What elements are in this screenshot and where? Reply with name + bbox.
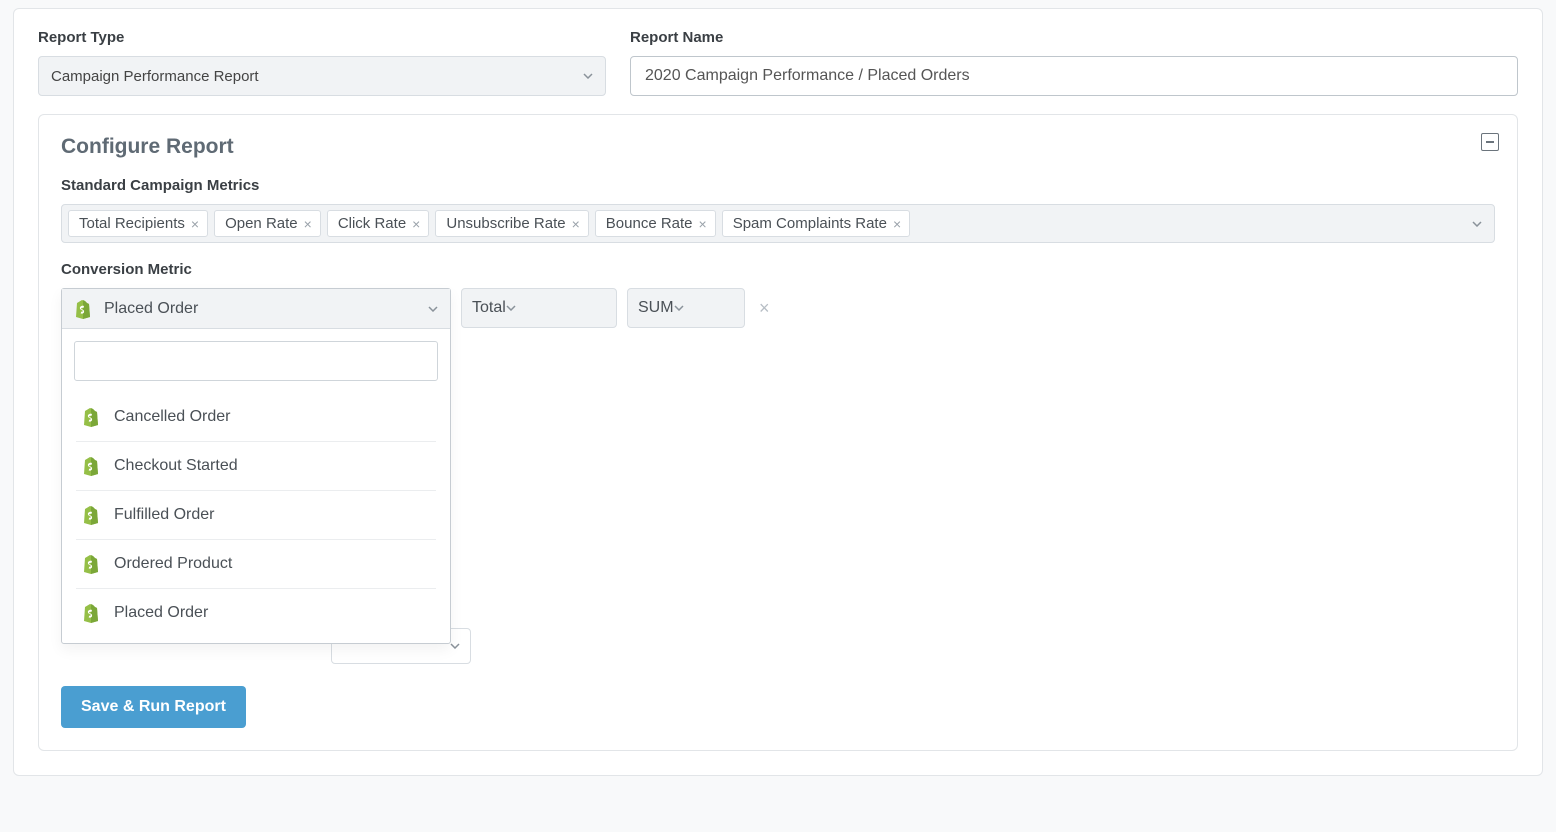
dropdown-option-label: Checkout Started: [114, 457, 238, 475]
report-type-label: Report Type: [38, 29, 606, 46]
configure-report-title: Configure Report: [61, 135, 1495, 159]
metric-tag: Unsubscribe Rate ×: [435, 210, 588, 237]
standard-metrics-select[interactable]: Total Recipients × Open Rate × Click Rat…: [61, 204, 1495, 243]
aggregate-value: SUM: [638, 299, 674, 317]
metric-tag-label: Bounce Rate: [606, 215, 693, 232]
metric-tag: Spam Complaints Rate ×: [722, 210, 910, 237]
metric-tag-label: Total Recipients: [79, 215, 185, 232]
dropdown-search-wrap: [62, 329, 450, 393]
conversion-metric-dropdown: Placed Order Cancelled Order: [61, 288, 451, 644]
remove-tag-icon[interactable]: ×: [893, 217, 901, 231]
chevron-down-icon: [674, 305, 684, 311]
metric-tag-label: Spam Complaints Rate: [733, 215, 887, 232]
dropdown-option[interactable]: Ordered Product: [76, 540, 436, 589]
report-card: Report Type Campaign Performance Report …: [13, 8, 1543, 776]
dropdown-option-label: Placed Order: [114, 604, 208, 622]
metric-tag: Total Recipients ×: [68, 210, 208, 237]
measure-select[interactable]: Total: [461, 288, 617, 328]
metric-tag: Bounce Rate ×: [595, 210, 716, 237]
shopify-icon: [82, 603, 100, 623]
shopify-icon: [82, 554, 100, 574]
report-type-column: Report Type Campaign Performance Report: [38, 29, 606, 96]
metric-tag: Open Rate ×: [214, 210, 321, 237]
dropdown-option[interactable]: Fulfilled Order: [76, 491, 436, 540]
metric-tag-label: Click Rate: [338, 215, 406, 232]
report-name-input[interactable]: [630, 56, 1518, 96]
aggregate-select[interactable]: SUM: [627, 288, 745, 328]
shopify-icon: [82, 456, 100, 476]
remove-tag-icon[interactable]: ×: [191, 217, 199, 231]
remove-tag-icon[interactable]: ×: [572, 217, 580, 231]
remove-tag-icon[interactable]: ×: [699, 217, 707, 231]
standard-metrics-label: Standard Campaign Metrics: [61, 177, 1495, 194]
shopify-icon: [82, 505, 100, 525]
top-row: Report Type Campaign Performance Report …: [38, 29, 1518, 96]
chevron-down-icon: [428, 306, 438, 312]
report-type-select[interactable]: Campaign Performance Report: [38, 56, 606, 96]
conversion-metric-select[interactable]: Placed Order: [62, 289, 450, 329]
metric-tag: Click Rate ×: [327, 210, 430, 237]
shopify-icon: [74, 299, 92, 319]
conversion-metric-row: Placed Order Cancelled Order: [61, 288, 1495, 328]
remove-tag-icon[interactable]: ×: [412, 217, 420, 231]
dropdown-option-label: Ordered Product: [114, 555, 232, 573]
shopify-icon: [82, 407, 100, 427]
dropdown-option-label: Fulfilled Order: [114, 506, 214, 524]
clear-conversion-icon[interactable]: ×: [755, 298, 774, 319]
dropdown-option-label: Cancelled Order: [114, 408, 231, 426]
chevron-down-icon: [450, 643, 460, 649]
collapse-icon[interactable]: [1481, 133, 1499, 151]
conversion-metric-selected-value: Placed Order: [104, 300, 198, 318]
chevron-down-icon: [506, 305, 516, 311]
chevron-down-icon: [1472, 221, 1482, 227]
dropdown-option[interactable]: Cancelled Order: [76, 393, 436, 442]
dropdown-option[interactable]: Placed Order: [76, 589, 436, 637]
report-type-value: Campaign Performance Report: [51, 68, 259, 85]
chevron-down-icon: [583, 73, 593, 79]
metric-tag-label: Open Rate: [225, 215, 298, 232]
report-name-label: Report Name: [630, 29, 1518, 46]
dropdown-option[interactable]: Checkout Started: [76, 442, 436, 491]
save-run-report-button[interactable]: Save & Run Report: [61, 686, 246, 728]
metric-tag-label: Unsubscribe Rate: [446, 215, 565, 232]
report-name-column: Report Name: [630, 29, 1518, 96]
dropdown-list: Cancelled Order Checkout Started Fulfill…: [62, 393, 450, 643]
conversion-metric-label: Conversion Metric: [61, 261, 1495, 278]
dropdown-search-input[interactable]: [74, 341, 438, 381]
remove-tag-icon[interactable]: ×: [304, 217, 312, 231]
measure-value: Total: [472, 299, 506, 317]
configure-report-panel: Configure Report Standard Campaign Metri…: [38, 114, 1518, 751]
